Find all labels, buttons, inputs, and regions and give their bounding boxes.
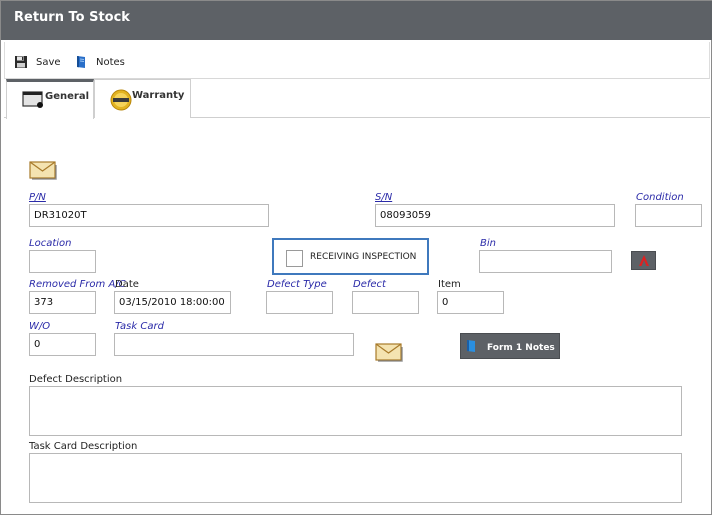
- location-field[interactable]: [29, 250, 96, 273]
- removed-from-ac-label: Removed From A/C: [29, 279, 126, 290]
- defect-description-label: Defect Description: [29, 374, 123, 385]
- title-bar: Return To Stock: [1, 1, 712, 40]
- date-label: Date: [115, 279, 139, 290]
- wo-field[interactable]: 0: [29, 333, 96, 356]
- bin-label: Bin: [480, 238, 496, 249]
- tab-general-label: General: [45, 91, 89, 102]
- task-card-description-textarea[interactable]: [29, 453, 682, 503]
- envelope-icon[interactable]: [29, 160, 57, 180]
- defect-description-textarea[interactable]: [29, 386, 682, 436]
- notebook-icon: [77, 56, 85, 68]
- save-button[interactable]: Save: [14, 53, 61, 71]
- floppy-disk-icon: [15, 56, 27, 68]
- location-label: Location: [29, 238, 72, 249]
- removed-from-ac-field[interactable]: 373: [29, 291, 96, 314]
- item-field[interactable]: 0: [437, 291, 504, 314]
- wo-label: W/O: [29, 321, 51, 332]
- defect-type-field[interactable]: [266, 291, 333, 314]
- form1-notes-label: Form 1 Notes: [487, 343, 555, 353]
- receiving-inspection-group: RECEIVING INSPECTION: [272, 238, 429, 275]
- toolbar: Save Notes: [4, 42, 710, 79]
- save-label: Save: [36, 56, 61, 68]
- window-icon: [22, 91, 43, 108]
- notes-button[interactable]: Notes: [74, 53, 125, 71]
- item-label: Item: [438, 279, 461, 290]
- condition-field[interactable]: [635, 204, 702, 227]
- date-field[interactable]: 03/15/2010 18:00:00: [114, 291, 231, 314]
- warranty-badge-icon: [110, 89, 132, 111]
- sn-label[interactable]: S/N: [375, 192, 392, 203]
- tab-strip: General Warranty: [4, 79, 710, 119]
- receiving-inspection-label: RECEIVING INSPECTION: [310, 252, 417, 262]
- window: Return To Stock Save Notes General Warra…: [0, 0, 712, 515]
- condition-label: Condition: [636, 192, 684, 203]
- pn-field[interactable]: DR31020T: [29, 204, 269, 227]
- window-title: Return To Stock: [14, 10, 130, 25]
- tab-warranty[interactable]: Warranty: [94, 79, 191, 118]
- pn-label[interactable]: P/N: [29, 192, 46, 203]
- bin-lookup-button[interactable]: [631, 251, 656, 270]
- task-card-field[interactable]: [114, 333, 354, 356]
- notes-label: Notes: [96, 56, 125, 68]
- defect-field[interactable]: [352, 291, 419, 314]
- form1-notes-button[interactable]: Form 1 Notes: [460, 333, 560, 359]
- notebook-icon: [467, 340, 475, 352]
- tab-general[interactable]: General: [6, 79, 94, 119]
- receiving-inspection-checkbox[interactable]: [286, 250, 303, 267]
- bin-field[interactable]: [479, 250, 612, 273]
- defect-type-label: Defect Type: [267, 279, 327, 290]
- task-card-label: Task Card: [115, 321, 164, 332]
- defect-label: Defect: [353, 279, 386, 290]
- envelope-icon[interactable]: [375, 342, 403, 362]
- task-card-description-label: Task Card Description: [29, 441, 138, 452]
- sn-field[interactable]: 08093059: [375, 204, 615, 227]
- tab-warranty-label: Warranty: [132, 90, 185, 101]
- red-a-icon: [639, 255, 649, 266]
